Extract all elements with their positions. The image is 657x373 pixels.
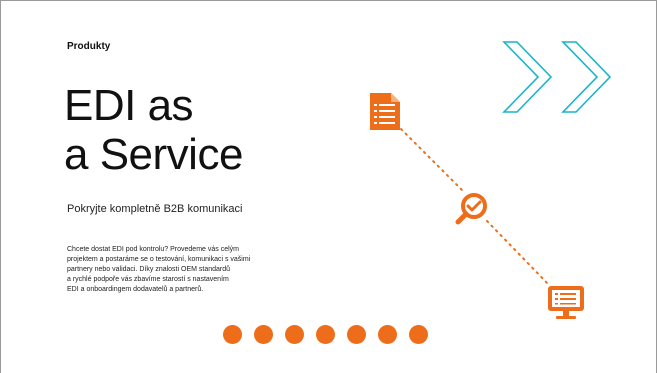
edi-flow-illustration <box>370 41 612 319</box>
carousel-dot[interactable] <box>347 325 366 344</box>
carousel-dots <box>223 325 428 344</box>
monitor-icon <box>548 286 584 319</box>
carousel-dot[interactable] <box>316 325 335 344</box>
double-chevron-right-icon <box>502 41 612 113</box>
slide: Produkty EDI as a Service Pokryjte kompl… <box>0 0 657 373</box>
carousel-dot[interactable] <box>223 325 242 344</box>
magnifier-check-icon <box>455 193 487 225</box>
document-icon <box>370 93 400 130</box>
carousel-dot[interactable] <box>285 325 304 344</box>
carousel-dot[interactable] <box>378 325 397 344</box>
carousel-dot[interactable] <box>409 325 428 344</box>
carousel-dot[interactable] <box>254 325 273 344</box>
